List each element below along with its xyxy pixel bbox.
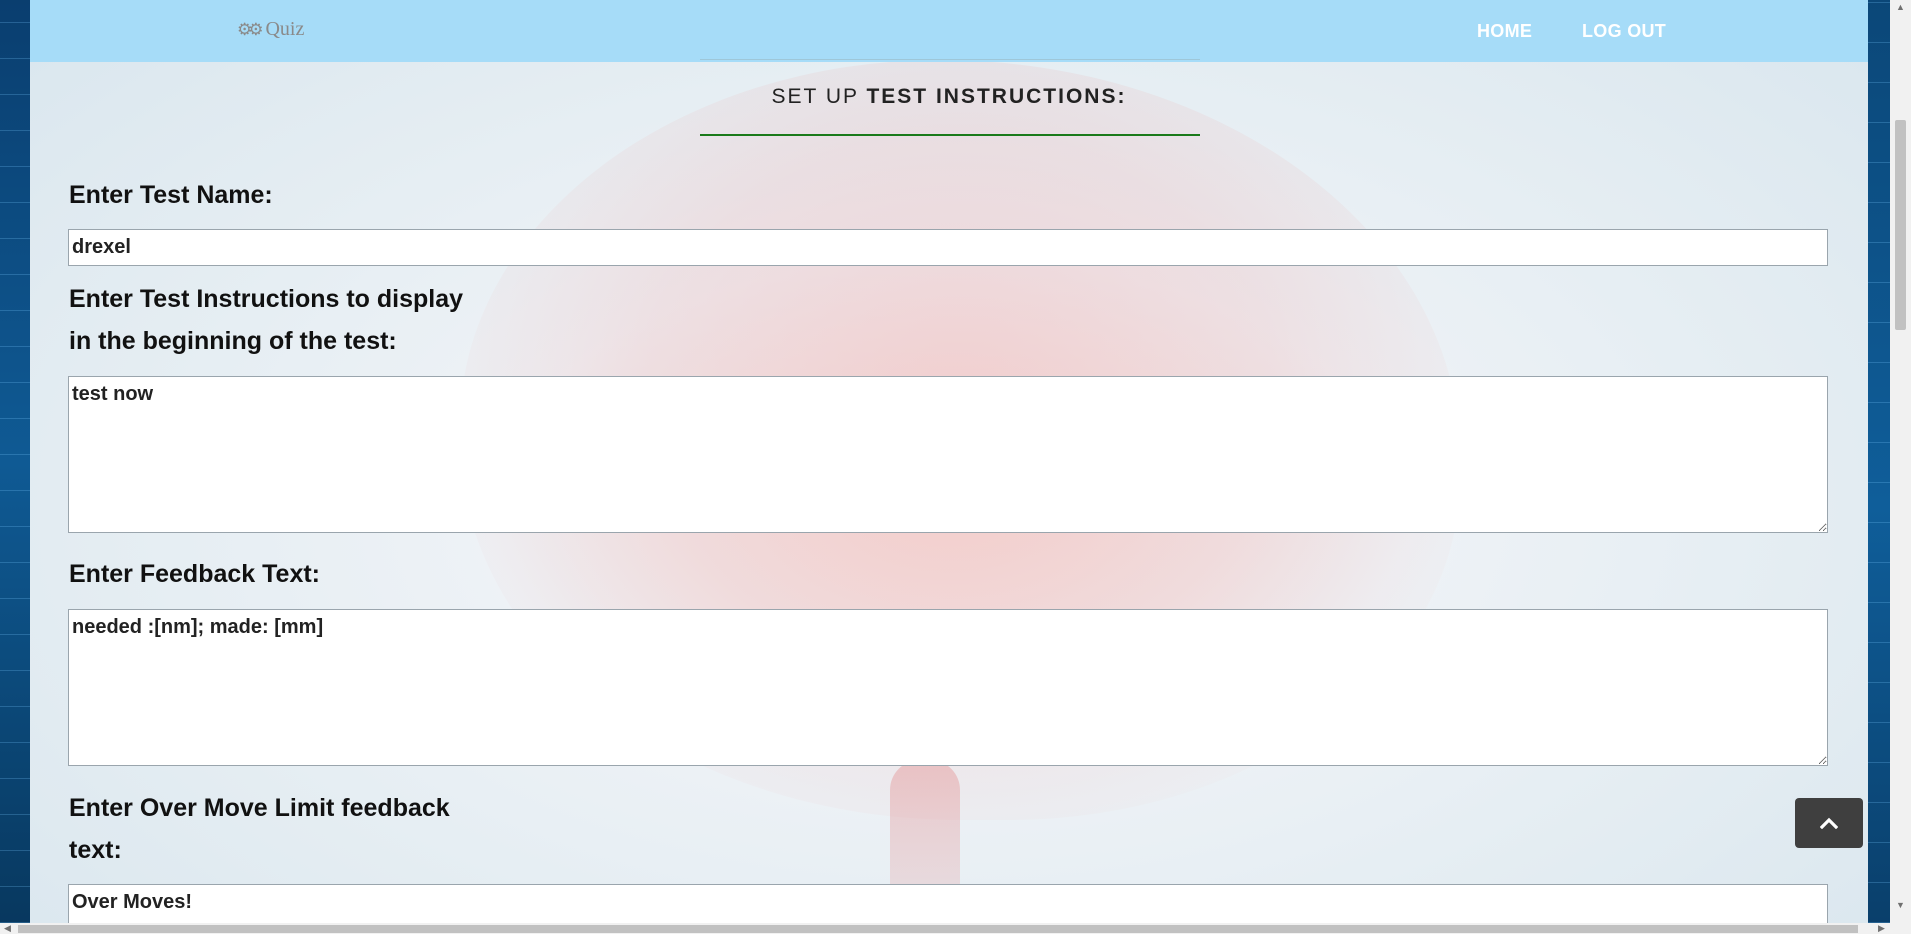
scroll-left-arrow-icon[interactable]: ◀ bbox=[4, 923, 11, 934]
instructions-label: Enter Test Instructions to display in th… bbox=[69, 278, 529, 362]
horizontal-scrollbar[interactable]: ◀ ▶ bbox=[0, 923, 1911, 934]
scroll-to-top-button[interactable] bbox=[1795, 798, 1863, 848]
background-left-edge bbox=[0, 0, 30, 923]
instructions-textarea[interactable]: test now bbox=[68, 376, 1828, 533]
test-name-label: Enter Test Name: bbox=[69, 181, 273, 209]
vertical-scrollbar-thumb[interactable] bbox=[1895, 120, 1906, 330]
background-right-edge bbox=[1868, 0, 1890, 923]
page-container: ⚙⚙ Quiz HOME LOG OUT SET UP TEST INSTRUC… bbox=[30, 0, 1868, 923]
vertical-scrollbar[interactable]: ▲ ▼ bbox=[1890, 0, 1911, 923]
home-link[interactable]: HOME bbox=[1477, 21, 1532, 42]
gears-icon: ⚙⚙ bbox=[237, 19, 264, 39]
over-move-label: Enter Over Move Limit feedback text: bbox=[69, 787, 529, 871]
scroll-right-arrow-icon[interactable]: ▶ bbox=[1878, 923, 1885, 934]
brand-name: Quiz bbox=[265, 18, 305, 40]
page-heading: SET UP TEST INSTRUCTIONS: bbox=[30, 85, 1868, 109]
logout-link[interactable]: LOG OUT bbox=[1582, 21, 1666, 42]
chevron-up-icon bbox=[1820, 817, 1838, 829]
heading-divider bbox=[700, 134, 1200, 136]
instructions-label-line2: in the beginning of the test: bbox=[69, 327, 397, 355]
top-navbar: ⚙⚙ Quiz HOME LOG OUT bbox=[30, 0, 1868, 62]
scroll-down-arrow-icon[interactable]: ▼ bbox=[1896, 900, 1905, 910]
test-name-input[interactable] bbox=[68, 229, 1828, 266]
instructions-label-line1: Enter Test Instructions to display bbox=[69, 285, 464, 313]
heading-top-divider bbox=[700, 59, 1200, 60]
over-move-label-line2: text: bbox=[69, 836, 122, 864]
feedback-label: Enter Feedback Text: bbox=[69, 560, 321, 588]
feedback-textarea[interactable]: needed :[nm]; made: [mm] bbox=[68, 609, 1828, 766]
over-move-label-line1: Enter Over Move Limit feedback bbox=[69, 794, 450, 822]
over-move-textarea[interactable]: Over Moves! bbox=[68, 884, 1828, 923]
horizontal-scrollbar-thumb[interactable] bbox=[18, 925, 1858, 933]
scroll-up-arrow-icon[interactable]: ▲ bbox=[1896, 2, 1905, 12]
heading-prefix: SET UP bbox=[771, 85, 867, 108]
brand-logo[interactable]: ⚙⚙ Quiz bbox=[237, 18, 304, 41]
heading-bold: TEST INSTRUCTIONS: bbox=[866, 85, 1127, 108]
